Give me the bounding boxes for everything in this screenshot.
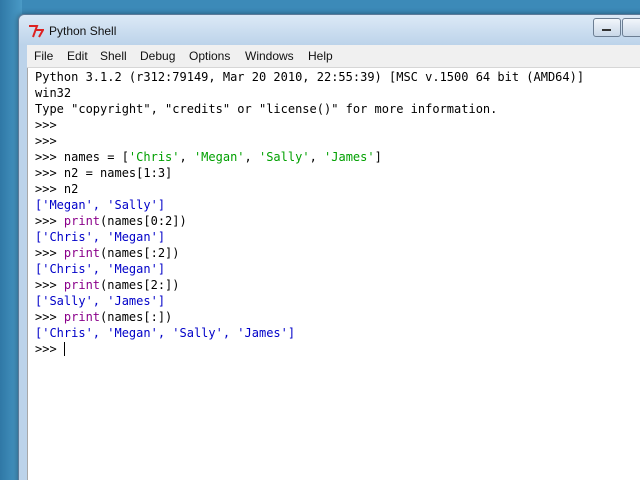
menu-edit[interactable]: Edit bbox=[67, 49, 88, 63]
shell-line: >>> print(names[2:]) bbox=[35, 277, 180, 293]
shell-line: ['Sally', 'James'] bbox=[35, 293, 165, 309]
menu-debug[interactable]: Debug bbox=[140, 49, 175, 63]
shell-text-segment: 'Megan' bbox=[193, 150, 245, 164]
shell-text-segment: >>> bbox=[35, 310, 64, 324]
shell-text-segment: (names[:]) bbox=[100, 310, 173, 324]
shell-line: ['Chris', 'Megan', 'Sally', 'James'] bbox=[35, 325, 295, 341]
shell-line: Python 3.1.2 (r312:79149, Mar 20 2010, 2… bbox=[35, 69, 584, 85]
shell-text-segment: >>> n2 bbox=[35, 182, 79, 196]
menu-help[interactable]: Help bbox=[308, 49, 333, 63]
shell-text-segment: ['Chris', 'Megan', 'Sally', 'James'] bbox=[35, 326, 296, 340]
shell-text-segment: ['Chris', 'Megan'] bbox=[35, 230, 166, 244]
shell-line: ['Chris', 'Megan'] bbox=[35, 261, 165, 277]
title-bar[interactable]: Python Shell bbox=[19, 15, 640, 45]
menu-windows[interactable]: Windows bbox=[245, 49, 294, 63]
shell-text-segment: 'James' bbox=[324, 150, 375, 164]
shell-text-segment: >>> bbox=[35, 246, 64, 260]
shell-text-segment: 'Sally' bbox=[258, 150, 310, 164]
shell-text-segment: >>> bbox=[35, 278, 64, 292]
shell-line: Type "copyright", "credits" or "license(… bbox=[35, 101, 497, 117]
shell-text-segment: , bbox=[244, 150, 259, 164]
shell-text-segment: >>> bbox=[35, 214, 64, 228]
shell-line: >>> n2 = names[1:3] bbox=[35, 165, 172, 181]
shell-text-segment: (names[:2]) bbox=[100, 246, 180, 260]
menu-shell[interactable]: Shell bbox=[100, 49, 127, 63]
window-title: Python Shell bbox=[49, 24, 117, 38]
shell-text-segment: print bbox=[63, 278, 101, 292]
shell-text-segment: print bbox=[63, 310, 101, 324]
shell-text-segment: , bbox=[309, 150, 325, 164]
python-shell-window: Python Shell File Edit Shell Debug Optio… bbox=[18, 14, 640, 480]
shell-text-segment: (names[0:2]) bbox=[100, 214, 187, 228]
menu-file[interactable]: File bbox=[34, 49, 53, 63]
shell-text-segment: >>> bbox=[35, 118, 64, 132]
shell-line: >>> names = ['Chris', 'Megan', 'Sally', … bbox=[35, 149, 382, 165]
shell-text-segment: print bbox=[63, 246, 101, 260]
shell-line: >>> print(names[0:2]) bbox=[35, 213, 187, 229]
idle-app-icon bbox=[29, 25, 44, 38]
shell-text-segment: >>> bbox=[35, 134, 64, 148]
shell-text-segment: >>> names = [ bbox=[35, 150, 129, 164]
shell-text-area[interactable]: Python 3.1.2 (r312:79149, Mar 20 2010, 2… bbox=[27, 68, 640, 480]
shell-line: >>> bbox=[35, 117, 64, 133]
shell-text-segment: 'Chris' bbox=[128, 150, 180, 164]
shell-text-segment: , bbox=[179, 150, 194, 164]
shell-text-segment: >>> n2 = names[1:3] bbox=[35, 166, 173, 180]
shell-line: ['Megan', 'Sally'] bbox=[35, 197, 165, 213]
shell-line: ['Chris', 'Megan'] bbox=[35, 229, 165, 245]
menu-bar: File Edit Shell Debug Options Windows He… bbox=[27, 45, 640, 68]
shell-line: >>> print(names[:]) bbox=[35, 309, 172, 325]
text-cursor bbox=[64, 342, 65, 356]
shell-text-segment: print bbox=[63, 214, 101, 228]
shell-text-segment: Python 3.1.2 (r312:79149, Mar 20 2010, 2… bbox=[35, 70, 585, 84]
maximize-button[interactable] bbox=[622, 18, 640, 37]
shell-line: win32 bbox=[35, 85, 71, 101]
shell-text-segment: ['Chris', 'Megan'] bbox=[35, 262, 166, 276]
minimize-button[interactable] bbox=[593, 18, 621, 37]
shell-text-segment: >>> bbox=[35, 342, 64, 356]
shell-text-segment: (names[2:]) bbox=[100, 278, 180, 292]
menu-options[interactable]: Options bbox=[189, 49, 230, 63]
shell-text-segment: ] bbox=[374, 150, 382, 164]
shell-line: >>> bbox=[35, 133, 64, 149]
shell-text-segment: ['Sally', 'James'] bbox=[35, 294, 166, 308]
shell-line: >>> print(names[:2]) bbox=[35, 245, 180, 261]
shell-text-segment: Type "copyright", "credits" or "license(… bbox=[35, 102, 498, 116]
shell-text-segment: ['Megan', 'Sally'] bbox=[35, 198, 166, 212]
shell-line: >>> n2 bbox=[35, 181, 78, 197]
shell-line: >>> bbox=[35, 341, 64, 357]
shell-text-segment: win32 bbox=[35, 86, 72, 100]
minimize-icon bbox=[602, 29, 611, 31]
